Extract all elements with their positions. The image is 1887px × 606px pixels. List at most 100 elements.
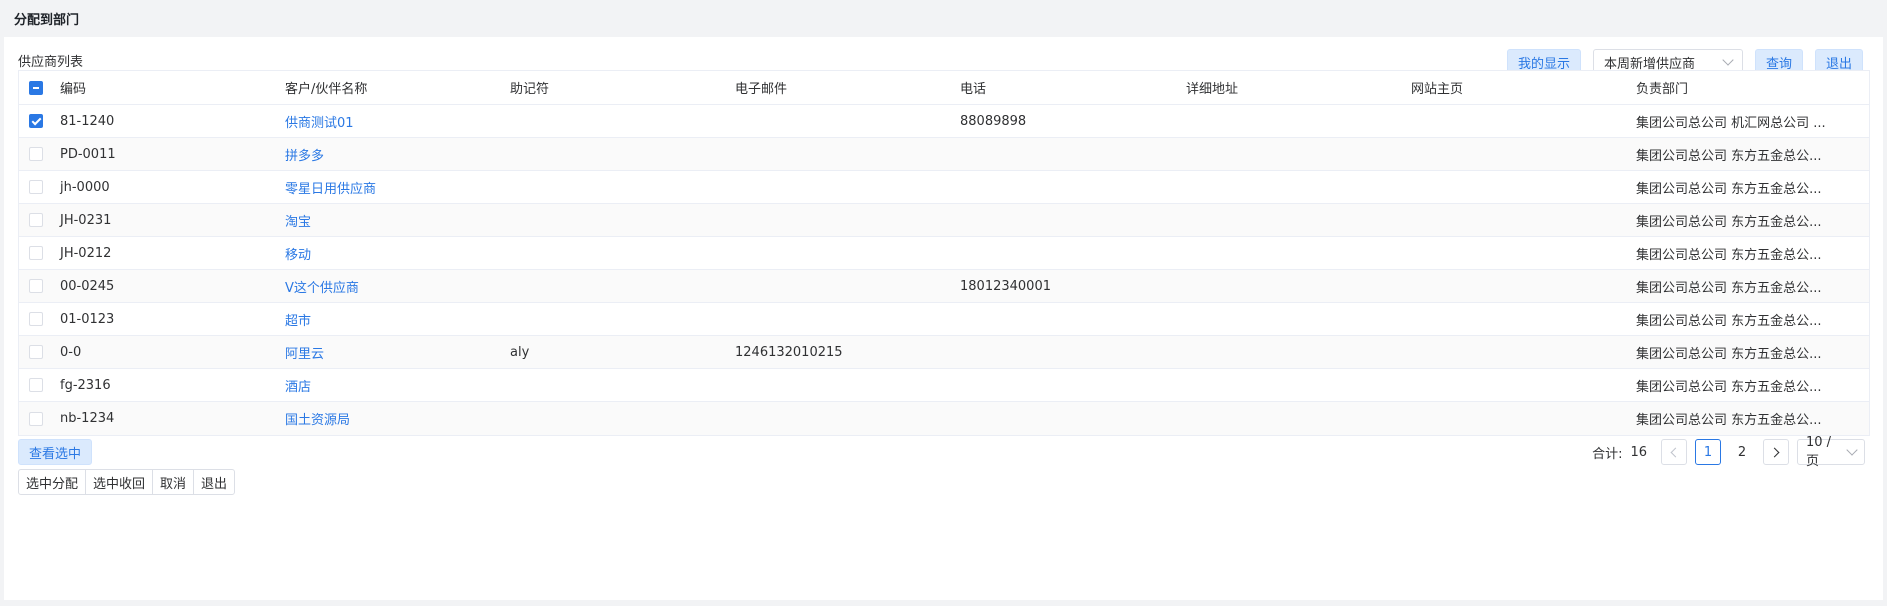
table-row[interactable]: JH-0231 淘宝 集团公司总公司 东方五金总公...: [19, 204, 1869, 237]
row-checkbox[interactable]: [29, 279, 43, 293]
chevron-left-icon: [1670, 447, 1681, 457]
cell-code: 01-0123: [60, 311, 115, 327]
pagination: 合计: 16 1 2 10 / 页: [1592, 435, 1865, 469]
cell-dept: 集团公司总公司 东方五金总公...: [1636, 214, 1822, 230]
row-checkbox-cell: [19, 279, 51, 293]
cell-code: fg-2316: [60, 377, 111, 393]
table-row[interactable]: jh-0000 零星日用供应商 集团公司总公司 东方五金总公...: [19, 171, 1869, 204]
row-checkbox[interactable]: [29, 345, 43, 359]
header-checkbox-cell: [19, 80, 51, 95]
row-checkbox-cell: [19, 147, 51, 161]
panel-title: 供应商列表: [18, 55, 84, 70]
page-header: 分配到部门: [0, 0, 1887, 37]
page-button-1[interactable]: 1: [1695, 439, 1721, 465]
cell-name[interactable]: V这个供应商: [276, 277, 501, 296]
cell-code: jh-0000: [60, 179, 110, 195]
table-row[interactable]: JH-0212 移动 集团公司总公司 东方五金总公...: [19, 237, 1869, 270]
cell-name[interactable]: 零星日用供应商: [276, 178, 501, 197]
cell-name[interactable]: 超市: [276, 310, 501, 329]
cell-dept: 集团公司总公司 东方五金总公...: [1636, 313, 1822, 329]
row-checkbox[interactable]: [29, 411, 43, 426]
supplier-panel: 供应商列表 我的显示 本周新增供应商 查询 退出 编码 客户/伙伴名称 助记符 …: [4, 37, 1883, 600]
table-body: 81-1240 供商测试01 88089898 集团公司总公司 机汇网总公司 ... P…: [19, 105, 1869, 435]
cell-dept: 集团公司总公司 东方五金总公...: [1636, 379, 1822, 395]
cell-code: 0-0: [60, 344, 82, 360]
cell-name[interactable]: 供商测试01: [276, 112, 501, 131]
supplier-table: 编码 客户/伙伴名称 助记符 电子邮件 电话 详细地址 网站主页 负责部门 81…: [18, 70, 1870, 436]
cancel-button[interactable]: 取消: [152, 469, 195, 495]
cell-dept: 集团公司总公司 东方五金总公...: [1636, 181, 1822, 197]
row-checkbox-cell: [19, 246, 51, 260]
total-count: 16: [1630, 444, 1647, 460]
row-checkbox[interactable]: [29, 180, 43, 194]
view-selected-button[interactable]: 查看选中: [18, 439, 93, 465]
cell-dept: 集团公司总公司 东方五金总公...: [1636, 148, 1822, 164]
row-checkbox[interactable]: [29, 147, 43, 161]
cell-name[interactable]: 拼多多: [276, 145, 501, 164]
row-checkbox-cell: [19, 345, 51, 359]
footer-left: 查看选中: [18, 439, 93, 465]
row-checkbox[interactable]: [29, 213, 43, 227]
column-header: 电子邮件: [735, 82, 788, 97]
cell-code: 81-1240: [60, 113, 115, 129]
row-checkbox[interactable]: [29, 114, 43, 128]
row-checkbox[interactable]: [29, 246, 43, 260]
prev-page-button[interactable]: [1661, 439, 1687, 465]
row-checkbox[interactable]: [29, 378, 43, 392]
select-all-checkbox[interactable]: [29, 80, 43, 95]
column-header: 编码: [60, 82, 87, 97]
filter-select-value: 本周新增供应商: [1603, 56, 1695, 72]
row-checkbox-cell: [19, 312, 51, 326]
table-row[interactable]: 81-1240 供商测试01 88089898 集团公司总公司 机汇网总公司 ...: [19, 105, 1869, 138]
cell-code: JH-0231: [60, 212, 112, 228]
row-checkbox-cell: [19, 213, 51, 227]
table-row[interactable]: 01-0123 超市 集团公司总公司 东方五金总公...: [19, 303, 1869, 336]
page-size-value: 10 / 页: [1806, 435, 1832, 469]
cell-code: PD-0011: [60, 146, 116, 162]
chevron-down-icon: [1722, 54, 1734, 66]
page-size-select[interactable]: 10 / 页: [1797, 435, 1865, 469]
cell-name[interactable]: 国土资源局: [276, 409, 501, 428]
table-row[interactable]: 00-0245 V这个供应商 18012340001 集团公司总公司 东方五金总公..…: [19, 270, 1869, 303]
cell-name[interactable]: 移动: [276, 244, 501, 263]
cell-name[interactable]: 淘宝: [276, 211, 501, 230]
cell-name[interactable]: 酒店: [276, 376, 501, 395]
cell-memo: aly: [510, 344, 530, 360]
cell-name[interactable]: 阿里云: [276, 343, 501, 362]
table-row[interactable]: PD-0011 拼多多 集团公司总公司 东方五金总公...: [19, 138, 1869, 171]
table-row[interactable]: nb-1234 国土资源局 集团公司总公司 东方五金总公...: [19, 402, 1869, 435]
total-label: 合计:: [1592, 446, 1623, 462]
cell-dept: 集团公司总公司 东方五金总公...: [1636, 280, 1822, 296]
column-header: 客户/伙伴名称: [285, 82, 368, 97]
page-button-2[interactable]: 2: [1729, 439, 1755, 465]
column-header: 详细地址: [1186, 82, 1239, 97]
cell-code: 00-0245: [60, 278, 115, 294]
assign-selected-button[interactable]: 选中分配: [18, 469, 87, 495]
row-checkbox-cell: [19, 114, 51, 128]
chevron-down-icon: [1846, 444, 1858, 456]
cell-dept: 集团公司总公司 东方五金总公...: [1636, 413, 1822, 428]
table-header-row: 编码 客户/伙伴名称 助记符 电子邮件 电话 详细地址 网站主页 负责部门: [19, 71, 1869, 105]
cell-code: JH-0212: [60, 245, 112, 261]
row-checkbox[interactable]: [29, 312, 43, 326]
row-checkbox-cell: [19, 411, 51, 426]
revoke-selected-button[interactable]: 选中收回: [85, 469, 154, 495]
cell-phone: 88089898: [960, 113, 1027, 129]
cell-dept: 集团公司总公司 东方五金总公...: [1636, 247, 1822, 263]
cell-email: 1246132010215: [735, 344, 843, 360]
table-row[interactable]: fg-2316 酒店 集团公司总公司 东方五金总公...: [19, 369, 1869, 402]
next-page-button[interactable]: [1763, 439, 1789, 465]
column-header: 网站主页: [1411, 82, 1464, 97]
row-checkbox-cell: [19, 378, 51, 392]
cell-code: nb-1234: [60, 411, 115, 426]
page-title: 分配到部门: [14, 13, 80, 28]
cell-dept: 集团公司总公司 机汇网总公司 ...: [1636, 115, 1826, 131]
exit-bottom-button[interactable]: 退出: [193, 469, 236, 495]
cell-dept: 集团公司总公司 东方五金总公...: [1636, 346, 1822, 362]
cell-phone: 18012340001: [960, 278, 1051, 294]
column-header: 助记符: [510, 82, 550, 97]
chevron-right-icon: [1769, 447, 1780, 457]
row-checkbox-cell: [19, 180, 51, 194]
table-row[interactable]: 0-0 阿里云 aly 1246132010215 集团公司总公司 东方五金总公...: [19, 336, 1869, 369]
action-buttons: 选中分配 选中收回 取消 退出: [18, 469, 236, 495]
